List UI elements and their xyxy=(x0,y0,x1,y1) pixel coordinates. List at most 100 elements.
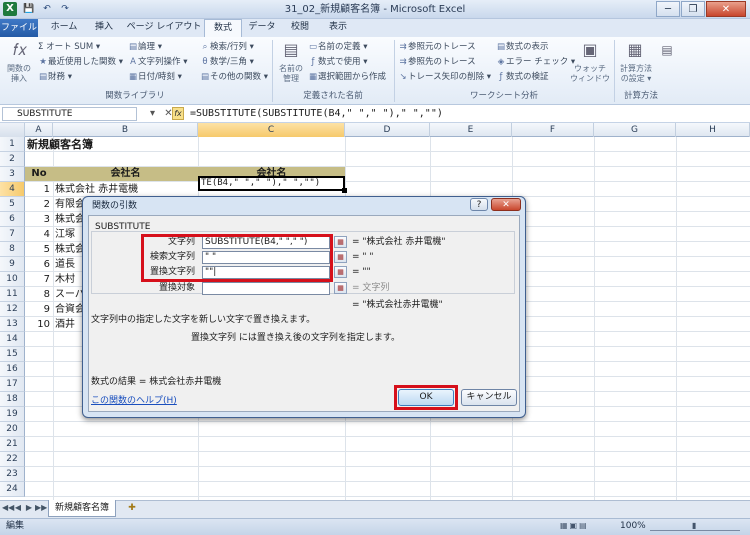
range-select-icon[interactable]: ▦ xyxy=(334,236,347,248)
row-header-6[interactable]: 6 xyxy=(0,212,25,227)
tab-formulas[interactable]: 数式 xyxy=(204,19,242,38)
cell-no[interactable]: 9 xyxy=(25,302,50,317)
row-header-14[interactable]: 14 xyxy=(0,332,25,347)
create-from-selection-button[interactable]: ▦選択範囲から作成 xyxy=(308,71,386,83)
tab-home[interactable]: ホーム xyxy=(44,19,84,37)
more-functions-button[interactable]: ▤その他の関数 ▾ xyxy=(200,71,268,83)
minimize-button[interactable]: ─ xyxy=(656,1,680,17)
column-header-e[interactable]: E xyxy=(430,123,512,137)
new-sheet-icon[interactable]: ✚ xyxy=(124,503,140,515)
row-header-11[interactable]: 11 xyxy=(0,287,25,302)
ok-button[interactable]: OK xyxy=(398,389,454,406)
row-header-5[interactable]: 5 xyxy=(0,197,25,212)
logical-button[interactable]: ▤論理 ▾ xyxy=(128,41,162,53)
row-header-19[interactable]: 19 xyxy=(0,407,25,422)
zoom-slider[interactable]: ▮ xyxy=(650,521,740,531)
watch-window-icon[interactable]: ▣ xyxy=(576,41,604,59)
use-in-formula-button[interactable]: ƒ 数式で使用 ▾ xyxy=(308,56,368,68)
row-header-20[interactable]: 20 xyxy=(0,422,25,437)
row-header-10[interactable]: 10 xyxy=(0,272,25,287)
error-check-button[interactable]: ◈ エラー チェック ▾ xyxy=(496,56,575,68)
financial-button[interactable]: ▤財務 ▾ xyxy=(38,71,72,83)
row-header-3[interactable]: 3 xyxy=(0,167,25,182)
row-header-1[interactable]: 1 xyxy=(0,137,25,152)
column-header-g[interactable]: G xyxy=(594,123,676,137)
column-header-a[interactable]: A xyxy=(25,123,53,137)
calculation-options-icon[interactable]: ▦ xyxy=(622,41,648,59)
tab-data[interactable]: データ xyxy=(244,19,280,37)
row-header-13[interactable]: 13 xyxy=(0,317,25,332)
column-header-b[interactable]: B xyxy=(53,123,198,137)
evaluate-formula-button[interactable]: ƒ 数式の検証 xyxy=(496,71,549,83)
select-all-corner[interactable] xyxy=(0,123,25,137)
restore-button[interactable]: ❐ xyxy=(681,1,705,17)
column-header-f[interactable]: F xyxy=(512,123,594,137)
tab-page-layout[interactable]: ページ レイアウト xyxy=(126,19,202,37)
dialog-help-button[interactable]: ? xyxy=(470,198,488,211)
insert-function-icon[interactable]: 𝑓𝑥 xyxy=(6,41,34,59)
prev-sheet-icon[interactable]: ◀ xyxy=(13,503,23,512)
insert-function-fx-icon[interactable]: fx xyxy=(172,107,184,120)
tab-review[interactable]: 校閲 xyxy=(282,19,318,37)
active-cell-c4[interactable]: TE(B4," "," ")," ","") xyxy=(198,176,345,191)
tab-view[interactable]: 表示 xyxy=(320,19,356,37)
header-company-b[interactable]: 会社名 xyxy=(53,167,198,181)
cell-no[interactable]: 7 xyxy=(25,272,50,287)
row-header-23[interactable]: 23 xyxy=(0,467,25,482)
autosum-button[interactable]: Σ オート SUM ▾ xyxy=(38,41,100,53)
math-trig-button[interactable]: θ 数学/三角 ▾ xyxy=(200,56,253,68)
header-no[interactable]: No xyxy=(25,167,53,181)
row-header-4[interactable]: 4 xyxy=(0,182,25,197)
row-header-24[interactable]: 24 xyxy=(0,482,25,497)
tab-file[interactable]: ファイル xyxy=(0,19,38,37)
watch-window-button[interactable]: ウォッチ ウィンドウ xyxy=(570,64,610,84)
name-manager-icon[interactable]: ▤ xyxy=(278,41,304,59)
remove-arrows-button[interactable]: ↘トレース矢印の削除 ▾ xyxy=(398,71,491,83)
cell-no[interactable]: 2 xyxy=(25,197,50,212)
cell-company[interactable]: 株式会社 赤井電機 xyxy=(55,182,196,197)
define-name-button[interactable]: ▭名前の定義 ▾ xyxy=(308,41,368,53)
last-sheet-icon[interactable]: ▶▶ xyxy=(35,503,47,512)
zoom-level[interactable]: 100% xyxy=(620,518,646,535)
cell-no[interactable]: 3 xyxy=(25,212,50,227)
close-button[interactable]: ✕ xyxy=(706,1,746,17)
fill-handle[interactable] xyxy=(342,188,347,193)
lookup-button[interactable]: ⌕ 検索/行列 ▾ xyxy=(200,41,254,53)
trace-precedents-button[interactable]: ⇉参照元のトレース xyxy=(398,41,475,53)
row-header-15[interactable]: 15 xyxy=(0,347,25,362)
tab-insert[interactable]: 挿入 xyxy=(86,19,122,37)
text-functions-button[interactable]: A 文字列操作 ▾ xyxy=(128,56,187,68)
cancel-button[interactable]: キャンセル xyxy=(461,389,517,406)
row-header-22[interactable]: 22 xyxy=(0,452,25,467)
calculation-options-button[interactable]: 計算方法 の設定 ▾ xyxy=(616,64,656,84)
cell-no[interactable]: 10 xyxy=(25,317,50,332)
first-sheet-icon[interactable]: ◀◀ xyxy=(2,503,14,512)
row-header-18[interactable]: 18 xyxy=(0,392,25,407)
row-header-2[interactable]: 2 xyxy=(0,152,25,167)
show-formulas-button[interactable]: ▤数式の表示 xyxy=(496,41,549,53)
row-header-8[interactable]: 8 xyxy=(0,242,25,257)
row-header-9[interactable]: 9 xyxy=(0,257,25,272)
arg-input-instance[interactable] xyxy=(202,282,330,295)
cell-no[interactable]: 4 xyxy=(25,227,50,242)
name-manager-button[interactable]: 名前の 管理 xyxy=(276,64,306,84)
dialog-close-button[interactable]: ✕ xyxy=(491,198,521,211)
row-header-7[interactable]: 7 xyxy=(0,227,25,242)
formula-bar-buttons[interactable]: ▾ ✕ ✓ xyxy=(150,106,190,135)
row-header-17[interactable]: 17 xyxy=(0,377,25,392)
date-time-button[interactable]: ▦日付/時刻 ▾ xyxy=(128,71,182,83)
row-header-16[interactable]: 16 xyxy=(0,362,25,377)
row-header-12[interactable]: 12 xyxy=(0,302,25,317)
function-help-link[interactable]: この関数のヘルプ(H) xyxy=(91,393,177,406)
range-select-icon[interactable]: ▦ xyxy=(334,282,347,294)
cell-no[interactable]: 1 xyxy=(25,182,50,197)
range-select-icon[interactable]: ▦ xyxy=(334,251,347,263)
column-header-c[interactable]: C xyxy=(198,123,345,137)
sheet-tab-active[interactable]: 新規顧客名簿 xyxy=(48,500,117,517)
cell-no[interactable]: 6 xyxy=(25,257,50,272)
formula-input[interactable]: =SUBSTITUTE(SUBSTITUTE(B4," "," ")," ","… xyxy=(190,106,443,122)
trace-dependents-button[interactable]: ⇉参照先のトレース xyxy=(398,56,475,68)
next-sheet-icon[interactable]: ▶ xyxy=(24,503,34,512)
sheet-title[interactable]: 新規顧客名簿 xyxy=(27,137,93,152)
calc-now-icon[interactable]: ▤ xyxy=(658,41,676,59)
